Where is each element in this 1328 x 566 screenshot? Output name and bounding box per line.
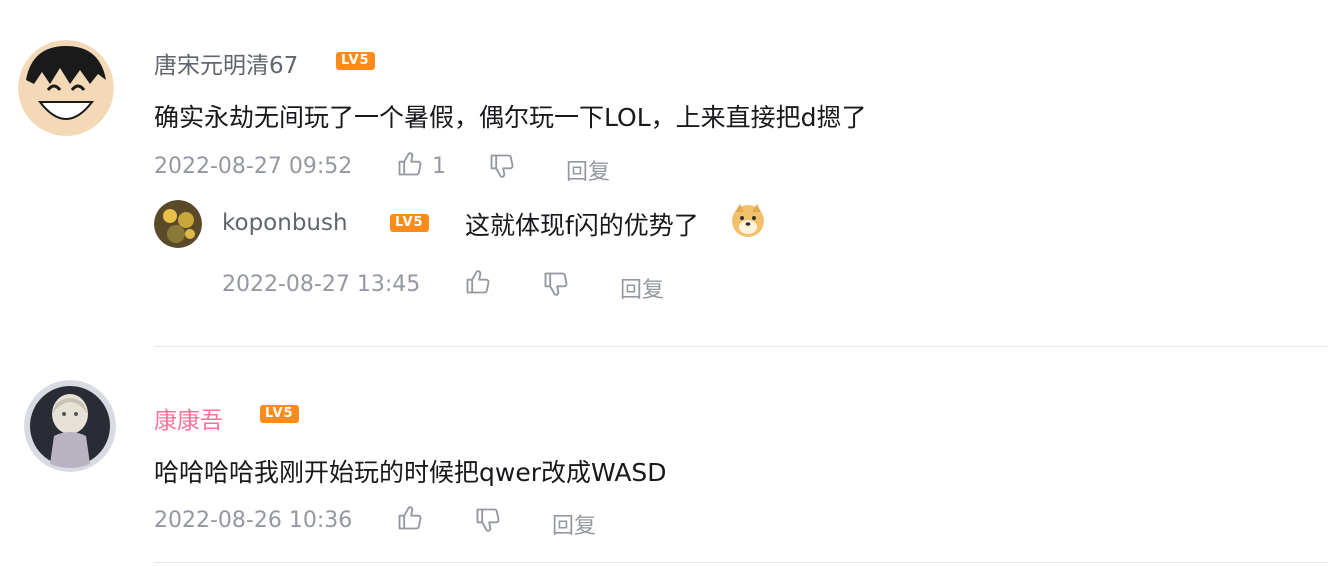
username[interactable]: 康康吾 — [154, 401, 223, 435]
comment-text: 哈哈哈哈我刚开始玩的时候把qwer改成WASD — [154, 458, 667, 487]
thumbs-down-icon[interactable] — [488, 152, 516, 180]
reply-button[interactable]: 回复 — [566, 154, 610, 186]
avatar[interactable] — [154, 200, 202, 248]
thumbs-up-icon[interactable] — [464, 268, 492, 296]
username[interactable]: 唐宋元明清67 — [154, 46, 298, 80]
level-badge: LV5 — [336, 52, 375, 70]
thumbs-down-icon[interactable] — [542, 270, 570, 298]
avatar[interactable] — [24, 380, 116, 472]
level-badge: LV5 — [260, 405, 299, 423]
reply-button[interactable]: 回复 — [552, 508, 596, 540]
avatar[interactable] — [18, 40, 114, 136]
thumbs-up-icon[interactable] — [396, 504, 424, 532]
level-badge: LV5 — [390, 214, 429, 232]
comment-timestamp: 2022-08-27 09:52 — [154, 154, 353, 179]
thumbs-up-icon[interactable] — [396, 150, 424, 178]
reply-text: 这就体现f闪的优势了 — [465, 211, 699, 240]
comment-divider — [154, 562, 1328, 563]
like-count: 1 — [432, 154, 446, 179]
reply-button[interactable]: 回复 — [620, 272, 664, 304]
doge-emoji-icon — [730, 202, 766, 238]
comment-timestamp: 2022-08-26 10:36 — [154, 508, 353, 533]
reply-timestamp: 2022-08-27 13:45 — [222, 272, 421, 297]
thumbs-down-icon[interactable] — [474, 506, 502, 534]
comment-divider — [154, 346, 1328, 347]
username[interactable]: koponbush — [222, 210, 348, 236]
comment-text: 确实永劫无间玩了一个暑假，偶尔玩一下LOL，上来直接把d摁了 — [154, 103, 867, 132]
